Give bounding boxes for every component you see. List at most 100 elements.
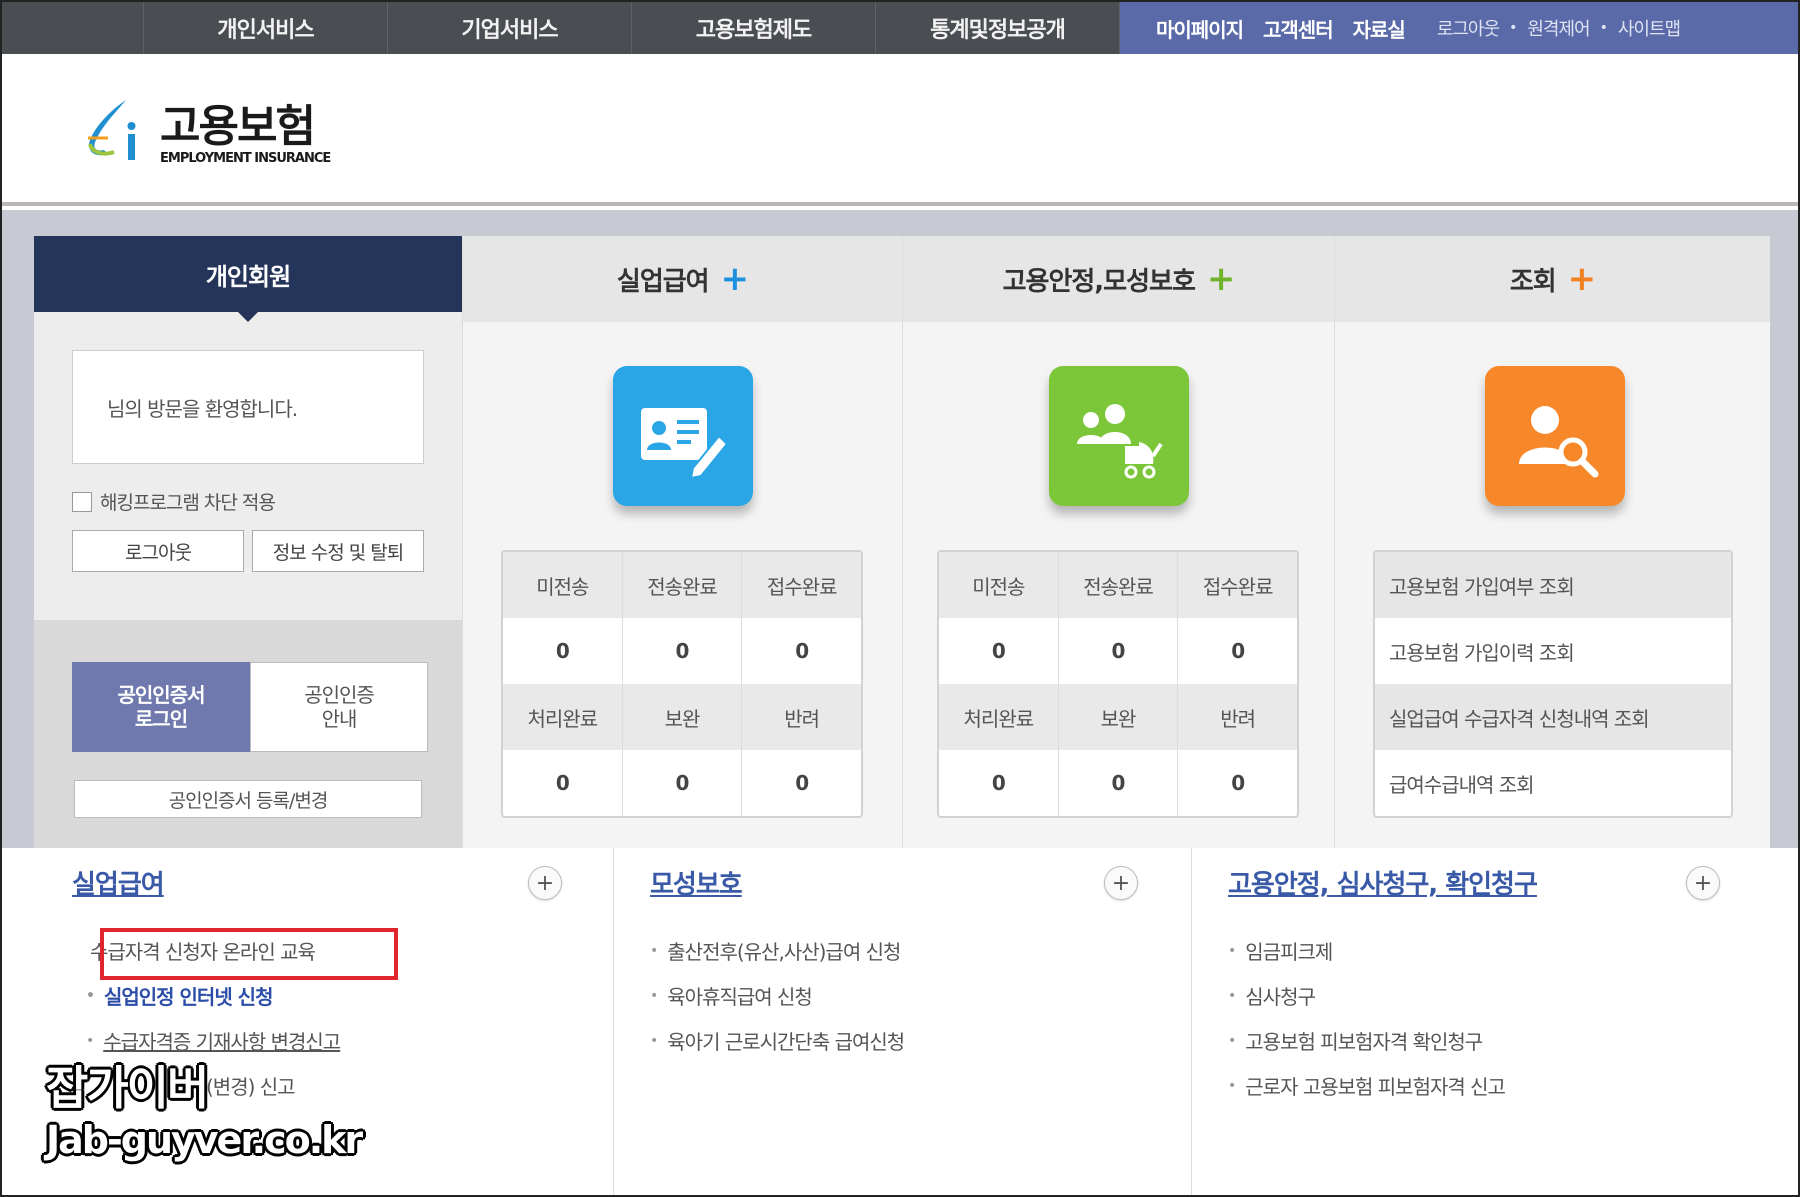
status-value-row: 0 0 0 (503, 750, 861, 816)
parental-leave-link[interactable]: 육아휴직급여 신청 (667, 981, 813, 1010)
highlight-box (100, 928, 398, 980)
plus-icon[interactable]: + (1104, 866, 1138, 900)
inquiry-item-payment-history[interactable]: 급여수급내역 조회 (1375, 750, 1731, 816)
hacking-block-label: 해킹프로그램 차단 적용 (100, 492, 276, 514)
section-unemployment-title[interactable]: 실업급여 (72, 864, 165, 901)
value-not-sent[interactable]: 0 (503, 618, 623, 684)
mypage-link[interactable]: 마이페이지 (1156, 14, 1244, 43)
value-sent[interactable]: 0 (1059, 618, 1179, 684)
value-returned[interactable]: 0 (1178, 750, 1297, 816)
label-returned: 반려 (784, 706, 820, 731)
value-processed[interactable]: 0 (503, 750, 623, 816)
inquiry-item-history[interactable]: 고용보험 가입이력 조회 (1375, 618, 1731, 684)
watermark-url: Jab-guyver.co.kr (46, 1118, 363, 1162)
unemployment-header[interactable]: 실업급여 + (463, 236, 902, 322)
label-received: 접수완료 (1202, 574, 1274, 599)
watermark-name: 잡가이버 (46, 1061, 209, 1115)
section-employment-stability: 고용안정, 심사청구, 확인청구 + • 임금피크제 • 심사청구 • 고용보험 피보… (1192, 848, 1770, 1195)
inquiry-column: 조회 + 고용보험 가입여부 조회 고용보험 가입이력 조회 실업급여 수급자격… (1334, 236, 1770, 848)
cert-guide-line2: 안내 (321, 707, 358, 731)
nav-insurance-system[interactable]: 고용보험제도 (632, 2, 876, 54)
cert-login-line1: 공인인증서 (117, 683, 206, 707)
value-not-sent[interactable]: 0 (939, 618, 1059, 684)
archive-link[interactable]: 자료실 (1353, 14, 1406, 43)
top-navigation: 개인서비스 기업서비스 고용보험제도 통계및정보공개 마이페이지 고객센터 자료… (2, 2, 1798, 54)
plus-icon[interactable]: + (1686, 866, 1720, 900)
bullet-icon: • (650, 1032, 658, 1049)
employment-stability-header[interactable]: 고용안정,모성보호 + (903, 236, 1334, 322)
bullet-icon: • (86, 987, 95, 1004)
unemployment-recognition-link[interactable]: 실업인정 인터넷 신청 (104, 981, 274, 1010)
label-returned: 반려 (1220, 706, 1256, 731)
section-maternity: 모성보호 + • 출산전후(유산,사산)급여 신청 • 육아휴직급여 신청 • 육아기… (614, 848, 1192, 1195)
certificate-area: 공인인증서 로그인 공인인증 안내 공인인증서 등록/변경 (34, 620, 462, 848)
label-processed: 처리완료 (503, 684, 623, 750)
wage-peak-link[interactable]: 임금피크제 (1245, 936, 1333, 965)
label-supplement: 보완 (623, 684, 743, 750)
plus-icon[interactable]: + (1207, 262, 1235, 296)
id-card-edit-icon[interactable] (613, 366, 753, 506)
status-label-row: 미전송 전송완료 접수완료 (503, 552, 861, 618)
hacking-block-checkbox[interactable] (72, 491, 92, 512)
nav-business-services[interactable]: 기업서비스 (388, 2, 632, 54)
change-report-link[interactable]: (변경) 신고 (206, 1071, 296, 1100)
cert-login-tab[interactable]: 공인인증서 로그인 (72, 662, 250, 752)
plus-icon[interactable]: + (1568, 262, 1596, 296)
status-label-row: 처리완료 보완 반려 (503, 684, 861, 750)
inquiry-header[interactable]: 조회 + (1335, 236, 1770, 322)
section-employment-stability-list: • 임금피크제 • 심사청구 • 고용보험 피보험자격 확인청구 • 근로자 고용보험 … (1228, 928, 1506, 1108)
sitemap-link[interactable]: 사이트맵 (1618, 15, 1681, 41)
unemployment-status-table: 미전송 전송완료 접수완료 0 0 0 처리완료 보완 반려 0 0 0 (501, 550, 863, 818)
cert-guide-tab[interactable]: 공인인증 안내 (250, 662, 428, 752)
value-supplement[interactable]: 0 (1059, 750, 1179, 816)
plus-icon[interactable]: + (721, 262, 749, 296)
inquiry-title: 조회 (1509, 266, 1557, 297)
value-supplement[interactable]: 0 (623, 750, 743, 816)
value-received[interactable]: 0 (1178, 618, 1297, 684)
list-item[interactable]: • 육아기 근로시간단축 급여신청 (650, 1018, 905, 1063)
value-returned[interactable]: 0 (742, 750, 861, 816)
logout-link[interactable]: 로그아웃 (1437, 15, 1500, 41)
list-item[interactable]: • 심사청구 (1228, 973, 1505, 1018)
insured-confirmation-link[interactable]: 고용보험 피보험자격 확인청구 (1245, 1026, 1483, 1055)
cert-guide-line1: 공인인증 (304, 683, 375, 707)
label-received: 접수완료 (766, 574, 838, 599)
eligibility-change-link[interactable]: 수급자격증 기재사항 변경신고 (103, 1026, 341, 1055)
list-item[interactable]: • 출산전후(유산,사산)급여 신청 (650, 928, 904, 973)
maternity-benefit-link[interactable]: 출산전후(유산,사산)급여 신청 (667, 936, 901, 965)
list-item[interactable]: • 육아휴직급여 신청 (650, 973, 904, 1018)
list-item[interactable]: • 고용보험 피보험자격 확인청구 (1228, 1018, 1505, 1063)
cert-register-button[interactable]: 공인인증서 등록/변경 (74, 780, 422, 818)
inquiry-list: 고용보험 가입여부 조회 고용보험 가입이력 조회 실업급여 수급자격 신청내역… (1373, 550, 1733, 818)
bullet-icon: • (1228, 987, 1236, 1004)
list-item[interactable]: • 근로자 고용보험 피보험자격 신고 (1228, 1063, 1506, 1108)
inquiry-item-benefit-application[interactable]: 실업급여 수급자격 신청내역 조회 (1375, 684, 1731, 750)
hacking-block-option[interactable]: 해킹프로그램 차단 적용 (72, 488, 276, 515)
plus-icon[interactable]: + (528, 866, 562, 900)
section-employment-stability-title[interactable]: 고용안정, 심사청구, 확인청구 (1228, 864, 1538, 901)
edit-profile-button[interactable]: 정보 수정 및 탈퇴 (252, 530, 424, 572)
value-processed[interactable]: 0 (939, 750, 1059, 816)
status-value-row: 0 0 0 (503, 618, 861, 684)
review-request-link[interactable]: 심사청구 (1245, 981, 1316, 1010)
nav-personal-services[interactable]: 개인서비스 (144, 2, 388, 54)
list-item[interactable]: • 임금피크제 (1228, 928, 1505, 973)
bullet-icon: • (86, 1032, 94, 1049)
value-received[interactable]: 0 (742, 618, 861, 684)
logo-subtitle: EMPLOYMENT INSURANCE (160, 150, 331, 166)
logo-text: 고용보험 EMPLOYMENT INSURANCE (160, 102, 331, 166)
section-maternity-title[interactable]: 모성보호 (650, 864, 743, 901)
worker-report-link[interactable]: 근로자 고용보험 피보험자격 신고 (1245, 1071, 1506, 1100)
user-search-icon[interactable] (1485, 366, 1625, 506)
inquiry-item-enrollment[interactable]: 고용보험 가입여부 조회 (1375, 552, 1731, 618)
nav-statistics[interactable]: 통계및정보공개 (876, 2, 1120, 54)
customer-center-link[interactable]: 고객센터 (1263, 14, 1334, 43)
site-logo[interactable]: 고용보험 EMPLOYMENT INSURANCE (74, 94, 331, 174)
remote-control-link[interactable]: 원격제어 (1527, 15, 1590, 41)
utility-links: 로그아웃 • 원격제어 • 사이트맵 (1437, 15, 1681, 41)
status-label-row: 처리완료 보완 반려 (939, 684, 1297, 750)
value-sent[interactable]: 0 (623, 618, 743, 684)
family-stroller-icon[interactable] (1049, 366, 1189, 506)
logout-button[interactable]: 로그아웃 (72, 530, 244, 572)
reduced-hours-link[interactable]: 육아기 근로시간단축 급여신청 (667, 1026, 905, 1055)
